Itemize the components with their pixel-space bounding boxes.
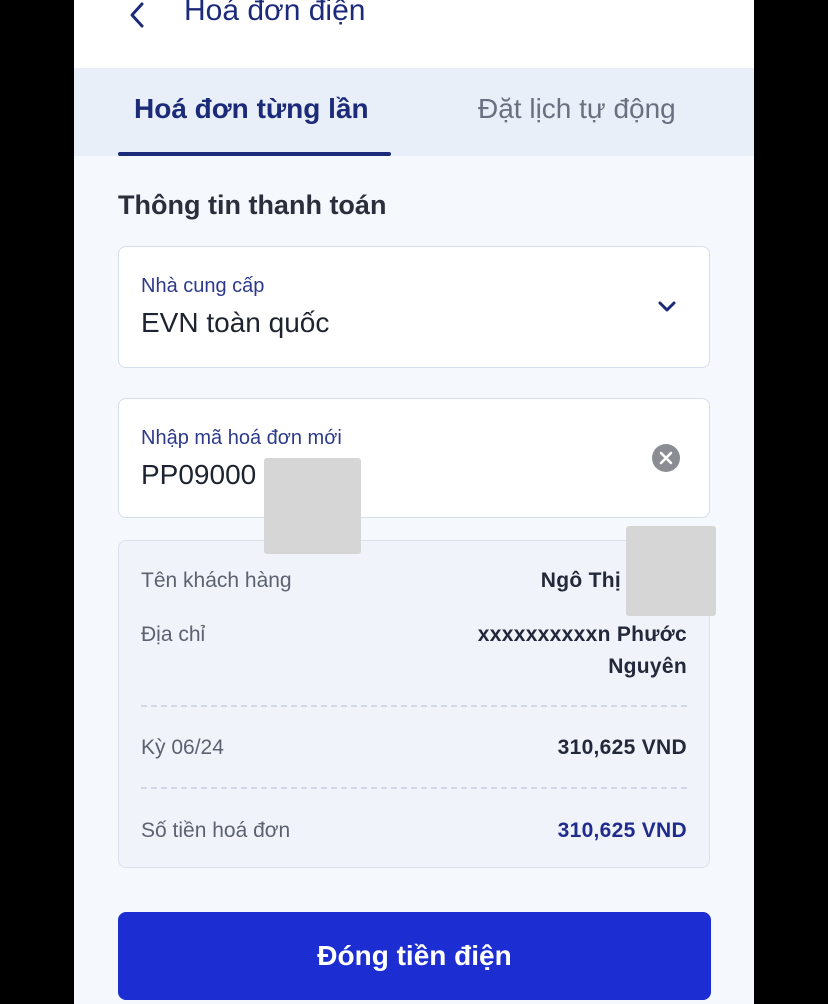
bill-amount-label: Số tiền hoá đơn (141, 819, 291, 842)
divider (141, 787, 687, 789)
period-value: 310,625 VND (557, 736, 687, 759)
chevron-left-icon[interactable] (122, 0, 152, 32)
redaction-box (626, 526, 716, 616)
section-title: Thông tin thanh toán (118, 190, 387, 220)
bill-details-card: Tên khách hàng Ngô Thị Địa chỉ xxxxxxxxx… (118, 540, 710, 868)
app-header: Hoá đơn điện (74, 0, 754, 68)
tab-bar: Hoá đơn từng lần Đặt lịch tự động (74, 68, 754, 156)
provider-value: EVN toàn quốc (141, 307, 330, 338)
app-screen: Hoá đơn điện Hoá đơn từng lần Đặt lịch t… (74, 0, 754, 1004)
redaction-box (264, 458, 361, 554)
period-label: Kỳ 06/24 (141, 736, 224, 759)
customer-name-value: Ngô Thị (540, 569, 621, 592)
bill-code-input[interactable]: Nhập mã hoá đơn mới PP09000 (118, 398, 710, 518)
page-title: Hoá đơn điện (184, 0, 366, 27)
bill-amount-value: 310,625 VND (557, 819, 687, 842)
bill-code-value[interactable]: PP09000 (141, 459, 256, 491)
address-value-line1: xxxxxxxxxxn Phước (477, 623, 687, 646)
chevron-down-icon[interactable] (655, 295, 679, 319)
provider-label: Nhà cung cấp (141, 275, 265, 297)
customer-name-label: Tên khách hàng (141, 569, 292, 592)
bill-code-label: Nhập mã hoá đơn mới (141, 427, 342, 449)
divider (141, 705, 687, 707)
tab-one-time-bill[interactable]: Hoá đơn từng lần (134, 93, 369, 125)
address-value-line2: Nguyên (608, 655, 687, 678)
active-tab-indicator (118, 152, 391, 156)
clear-icon[interactable] (651, 443, 681, 473)
address-label: Địa chỉ (141, 623, 206, 646)
pay-electricity-button[interactable]: Đóng tiền điện (118, 912, 711, 1000)
provider-select[interactable]: Nhà cung cấp EVN toàn quốc (118, 246, 710, 368)
tab-auto-schedule[interactable]: Đặt lịch tự động (478, 93, 676, 125)
